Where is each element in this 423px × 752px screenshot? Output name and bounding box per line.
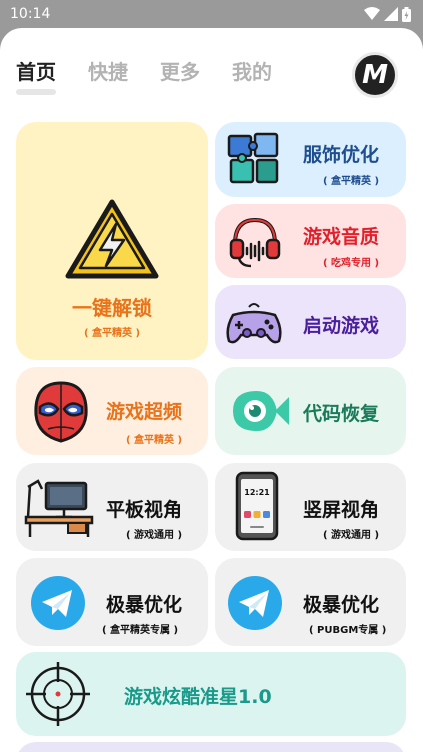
phone-time: 12:21 — [244, 488, 270, 497]
card-audio[interactable]: 游戏音质 ( 吃鸡专用 ) — [215, 204, 406, 278]
card-portrait[interactable]: 12:21 竖屏视角 ( 游戏通用 ) — [215, 463, 406, 551]
card-unlock[interactable]: 一键解锁 ( 盒平精英 ) — [16, 122, 208, 360]
card-code-title: 代码恢复 — [303, 403, 380, 425]
card-overclock-title: 游戏超频 — [106, 401, 183, 423]
card-portrait-sub: ( 游戏通用 ) — [323, 530, 380, 541]
card-clothing-title: 服饰优化 — [303, 144, 380, 166]
card-crosshair[interactable]: 游戏炫酷准星1.0 — [16, 652, 406, 736]
card-boost-2-title: 极暴优化 — [303, 594, 380, 616]
status-bar: 10:14 — [0, 0, 423, 28]
fish-eye-icon — [233, 391, 289, 431]
warning-bolt-icon — [65, 199, 159, 279]
avatar[interactable]: M — [352, 52, 398, 98]
crosshair-icon — [26, 662, 90, 726]
card-tablet-title: 平板视角 — [106, 499, 183, 521]
card-code[interactable]: 代码恢复 — [215, 367, 406, 455]
card-boost-1[interactable]: 极暴优化 ( 盒平精英专属 ) — [16, 558, 208, 646]
card-unlock-title: 一键解锁 — [72, 296, 152, 320]
card-boost-2[interactable]: 极暴优化 ( PUBGM专属 ) — [215, 558, 406, 646]
puzzle-icon — [227, 132, 279, 184]
signal-icon — [384, 7, 398, 21]
card-boost-2-sub: ( PUBGM专属 ) — [309, 625, 387, 636]
tab-mine[interactable]: 我的 — [232, 56, 272, 85]
card-audio-title: 游戏音质 — [303, 226, 380, 248]
tab-shortcuts[interactable]: 快捷 — [88, 56, 128, 85]
card-overclock[interactable]: 游戏超频 ( 盒平精英 ) — [16, 367, 208, 455]
card-tablet[interactable]: 平板视角 ( 游戏通用 ) — [16, 463, 208, 551]
spiderman-mask-icon — [34, 381, 88, 443]
card-launch[interactable]: 启动游戏 — [215, 285, 406, 359]
card-portrait-title: 竖屏视角 — [303, 499, 380, 521]
card-boost-1-title: 极暴优化 — [106, 594, 183, 616]
card-clothing-sub: ( 盒平精英 ) — [323, 176, 380, 187]
card-launch-title: 启动游戏 — [303, 315, 380, 337]
gamepad-icon — [226, 303, 282, 344]
card-audio-sub: ( 吃鸡专用 ) — [323, 258, 380, 269]
status-time: 10:14 — [10, 6, 51, 22]
main-sheet: 首页 快捷 更多 我的 M 一键解锁 ( 盒平精英 ) 服饰优化 ( 盒平精英 … — [0, 28, 423, 752]
wifi-icon — [364, 7, 380, 20]
card-clothing[interactable]: 服饰优化 ( 盒平精英 ) — [215, 122, 406, 197]
telegram-icon — [31, 576, 85, 630]
telegram-icon — [228, 576, 282, 630]
status-icons — [364, 6, 411, 22]
phone-icon: 12:21 — [235, 471, 279, 541]
desk-monitor-icon — [24, 479, 94, 537]
card-tablet-sub: ( 游戏通用 ) — [126, 530, 183, 541]
headset-icon — [229, 217, 281, 268]
card-crosshair-title: 游戏炫酷准星1.0 — [124, 686, 272, 708]
tab-bar: 首页 快捷 更多 我的 — [16, 56, 272, 95]
tab-home[interactable]: 首页 — [16, 56, 56, 95]
battery-icon — [402, 6, 411, 22]
tab-more[interactable]: 更多 — [160, 56, 200, 85]
card-next-partial[interactable] — [16, 742, 406, 752]
card-unlock-sub: ( 盒平精英 ) — [83, 328, 141, 339]
card-overclock-sub: ( 盒平精英 ) — [126, 435, 183, 446]
card-boost-1-sub: ( 盒平精英专属 ) — [102, 625, 179, 636]
